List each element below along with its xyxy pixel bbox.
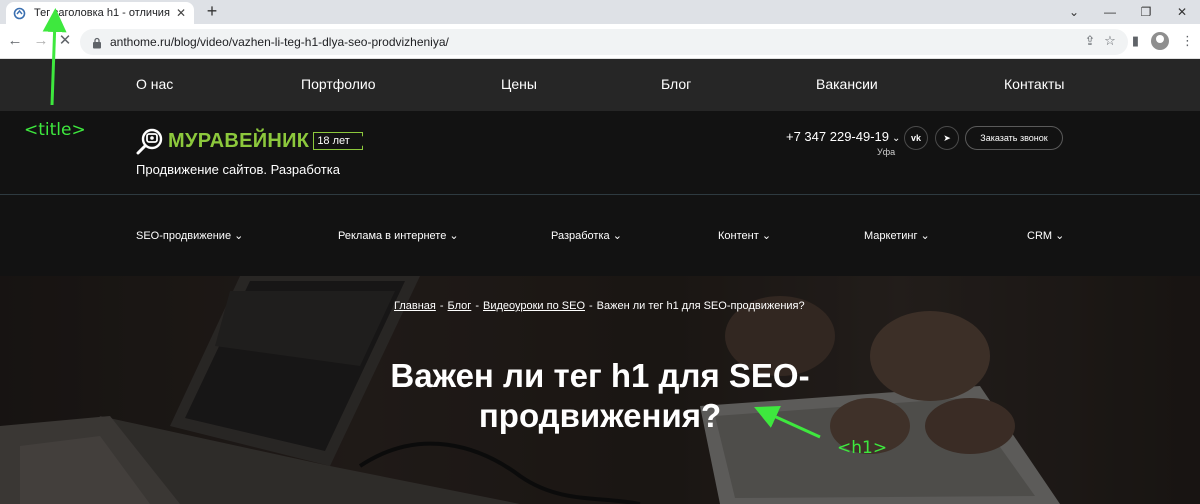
topnav-item-blog[interactable]: Блог (661, 76, 691, 92)
mainnav-item-marketing[interactable]: Маркетинг ⌄ (864, 229, 930, 242)
hero-section: Главная - Блог - Видеоуроки по SEO - Важен ли … (0, 276, 1200, 504)
lock-icon[interactable] (92, 36, 102, 49)
chevron-down-icon: ⌄ (920, 230, 930, 242)
phone-text[interactable]: +7 347 229-49-19 (786, 129, 889, 144)
chevron-down-icon: ⌄ (1055, 230, 1065, 242)
breadcrumb: Главная - Блог - Видеоуроки по SEO - Важен ли … (394, 300, 805, 312)
chevron-down-icon: ⌄ (761, 230, 772, 242)
tab-strip: Тег заголовка h1 - отличия, тре ✕ + ⌄ — … (0, 0, 1200, 24)
breadcrumb-separator: - (589, 300, 593, 312)
mainnav-label: SEO-продвижение (136, 230, 232, 242)
breadcrumb-separator: - (439, 300, 444, 312)
topnav-item-about[interactable]: О нас (136, 76, 173, 92)
topnav-item-contacts[interactable]: Контакты (1004, 76, 1064, 92)
city-label: Уфа (877, 147, 896, 157)
window-controls: ⌄ — ❐ ✕ (1056, 0, 1200, 24)
tab-title: Тег заголовка h1 - отличия, тре (34, 7, 170, 19)
toolbar-right: ▮ ⋮ (1132, 32, 1194, 50)
stop-button[interactable]: ✕ (56, 32, 74, 50)
breadcrumb-home[interactable]: Главная (394, 300, 436, 312)
telegram-icon[interactable]: ➤ (935, 126, 959, 150)
tab-search-icon[interactable]: ⌄ (1056, 0, 1092, 24)
bookmark-star-icon[interactable]: ☆ (1102, 33, 1118, 49)
new-tab-button[interactable]: + (203, 1, 221, 22)
topnav-item-vacancies[interactable]: Вакансии (816, 76, 878, 92)
logo-text: МУРАВЕЙНИК (168, 129, 310, 152)
mainnav-label: CRM (1027, 230, 1053, 242)
annotation-title-label: <title> (24, 120, 86, 140)
side-panel-icon[interactable]: ▮ (1132, 33, 1139, 49)
breadcrumb-blog[interactable]: Блог (448, 300, 472, 312)
main-navigation: SEO-продвижение ⌄ Реклама в интернете ⌄ … (0, 195, 1200, 276)
mainnav-label: Маркетинг (864, 230, 918, 242)
chevron-down-icon: ⌄ (234, 230, 244, 242)
menu-dots-icon[interactable]: ⋮ (1181, 33, 1194, 49)
site-logo[interactable]: МУРАВЕЙНИК 18 лет (136, 127, 364, 155)
mainnav-label: Реклама в интернете (338, 230, 447, 242)
close-window-button[interactable]: ✕ (1164, 0, 1200, 24)
site-favicon-icon (12, 6, 26, 20)
mainnav-item-seo[interactable]: SEO-продвижение ⌄ (136, 229, 243, 242)
breadcrumb-separator: - (475, 300, 479, 312)
callback-button[interactable]: Заказать звонок (965, 126, 1063, 150)
browser-tab[interactable]: Тег заголовка h1 - отличия, тре ✕ (6, 2, 194, 24)
breadcrumb-current: Важен ли тег h1 для SEO-продвижения? (596, 300, 805, 312)
forward-button[interactable]: → (32, 32, 50, 50)
top-navigation: О нас Портфолио Цены Блог Вакансии Конта… (0, 59, 1200, 111)
page-title: Важен ли тег h1 для SEO- продвижения? (350, 356, 850, 436)
mainnav-label: Разработка (551, 230, 610, 242)
back-button[interactable]: ← (6, 32, 24, 50)
vk-icon[interactable]: vk (904, 126, 928, 150)
url-text[interactable]: anthome.ru/blog/video/vazhen-li-teg-h1-d… (110, 35, 449, 49)
address-bar[interactable]: anthome.ru/blog/video/vazhen-li-teg-h1-d… (80, 29, 1128, 55)
page-title-line2: продвижения? (478, 397, 722, 434)
restore-button[interactable]: ❐ (1128, 0, 1164, 24)
mainnav-item-crm[interactable]: CRM ⌄ (1027, 229, 1064, 242)
topnav-item-portfolio[interactable]: Портфолио (301, 76, 376, 92)
share-icon[interactable]: ⇪ (1082, 33, 1098, 49)
profile-avatar[interactable] (1151, 32, 1169, 50)
annotation-h1-label: <h1> (837, 438, 888, 458)
mainnav-item-development[interactable]: Разработка ⌄ (551, 229, 622, 242)
site-tagline: Продвижение сайтов. Разработка (136, 162, 340, 177)
minimize-button[interactable]: — (1092, 0, 1128, 24)
chevron-down-icon: ⌄ (612, 230, 622, 242)
chevron-down-icon[interactable]: ⌄ (892, 133, 900, 144)
mainnav-item-ads[interactable]: Реклама в интернете ⌄ (338, 229, 459, 242)
page-title-line1: Важен ли тег h1 для SEO- (390, 357, 810, 394)
site-header: МУРАВЕЙНИК 18 лет Продвижение сайтов. Ра… (0, 111, 1200, 195)
omnibox-actions: ⇪ ☆ (1082, 33, 1118, 49)
tab-close-icon[interactable]: ✕ (174, 6, 188, 20)
topnav-item-prices[interactable]: Цены (501, 76, 537, 92)
chevron-down-icon: ⌄ (449, 230, 459, 242)
browser-toolbar: ← → ✕ anthome.ru/blog/video/vazhen-li-te… (0, 24, 1200, 59)
phone-number[interactable]: +7 347 229-49-19 ⌄ (786, 129, 900, 144)
logo-age-badge: 18 лет (313, 132, 364, 150)
mainnav-item-content[interactable]: Контент ⌄ (718, 229, 771, 242)
mainnav-label: Контент (718, 230, 759, 242)
ant-logo-icon (136, 127, 164, 155)
breadcrumb-video-seo[interactable]: Видеоуроки по SEO (483, 300, 585, 312)
